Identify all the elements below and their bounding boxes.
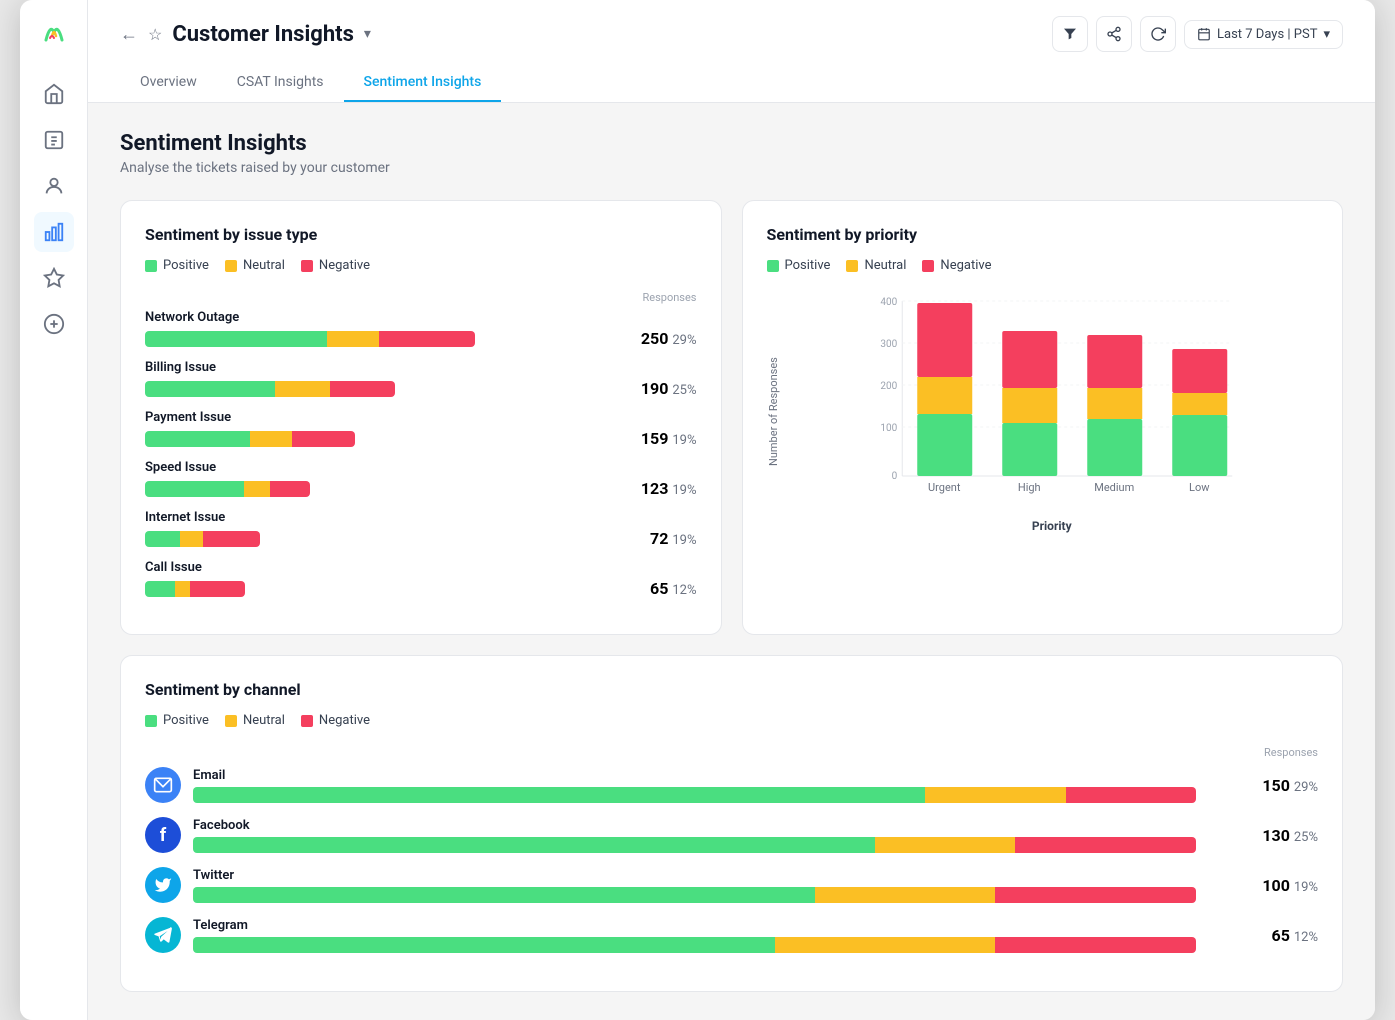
date-range-label: Last 7 Days | PST [1217,27,1317,42]
content-area: Sentiment Insights Analyse the tickets r… [88,103,1375,1020]
svg-text:High: High [1017,481,1040,494]
refresh-button[interactable] [1140,16,1176,52]
svg-text:Urgent: Urgent [928,481,961,494]
svg-text:200: 200 [880,381,897,392]
legend-negative: Negative [301,258,370,273]
legend-positive: Positive [145,258,209,273]
issue-row-payment: Payment Issue 15 [145,410,697,448]
priority-legend-neutral: Neutral [846,258,906,273]
channel-legend-negative: Negative [301,713,370,728]
issue-row-billing: Billing Issue 19 [145,360,697,398]
priority-legend-positive: Positive [767,258,831,273]
svg-text:Low: Low [1189,481,1210,494]
filter-button[interactable] [1052,16,1088,52]
tab-overview[interactable]: Overview [120,64,217,102]
back-button[interactable]: ← [120,24,138,45]
sidebar-item-reports[interactable] [34,212,74,252]
header: ← ☆ Customer Insights ▾ [88,0,1375,103]
share-button[interactable] [1096,16,1132,52]
channel-row-telegram: Telegram 65 12% [145,917,1318,953]
priority-legend: Positive Neutral Negative [767,258,1319,273]
sidebar-item-add[interactable] [34,304,74,344]
favorite-button[interactable]: ☆ [148,25,162,44]
date-range-button[interactable]: Last 7 Days | PST ▾ [1184,20,1343,49]
email-icon [145,767,181,803]
svg-text:100: 100 [880,423,897,434]
issue-row-network: Network Outage 2 [145,310,697,348]
svg-text:Medium: Medium [1094,481,1134,494]
priority-legend-negative: Negative [922,258,991,273]
sentiment-by-channel-card: Sentiment by channel Positive Neutral Ne… [120,655,1343,992]
y-axis-label: Number of Responses [767,291,780,533]
priority-card-title: Sentiment by priority [767,225,1319,244]
channel-card-title: Sentiment by channel [145,680,1318,699]
sentiment-by-priority-card: Sentiment by priority Positive Neutral [742,200,1344,635]
title-chevron-icon[interactable]: ▾ [364,26,371,42]
svg-text:300: 300 [880,339,897,350]
tabs-container: Overview CSAT Insights Sentiment Insight… [120,64,1343,102]
sidebar [20,0,88,1020]
main-content: ← ☆ Customer Insights ▾ [88,0,1375,1020]
date-chevron-icon: ▾ [1323,27,1330,42]
issue-row-speed: Speed Issue 123 [145,460,697,498]
sidebar-item-home[interactable] [34,74,74,114]
twitter-icon [145,867,181,903]
facebook-icon: f [145,817,181,853]
telegram-icon [145,917,181,953]
sentiment-by-issue-card: Sentiment by issue type Positive Neutral [120,200,722,635]
x-axis-label: Priority [786,519,1319,533]
tab-sentiment[interactable]: Sentiment Insights [344,64,502,102]
responses-header: Responses [145,291,697,304]
sidebar-item-tickets[interactable] [34,120,74,160]
page-title: Customer Insights [172,22,354,47]
issue-legend: Positive Neutral Negative [145,258,697,273]
issue-card-title: Sentiment by issue type [145,225,697,244]
issue-row-internet: Internet Issue 7 [145,510,697,548]
channel-legend: Positive Neutral Negative [145,713,1318,728]
app-logo [38,16,70,52]
legend-neutral: Neutral [225,258,285,273]
svg-text:0: 0 [891,471,897,482]
channel-row-twitter: Twitter 100 19% [145,867,1318,903]
section-subtitle: Analyse the tickets raised by your custo… [120,160,1343,176]
sidebar-item-contacts[interactable] [34,166,74,206]
sidebar-item-favorites[interactable] [34,258,74,298]
tab-csat[interactable]: CSAT Insights [217,64,344,102]
channel-row-facebook: f Facebook 130 25% [145,817,1318,853]
priority-chart-svg: 400 300 200 100 0 [786,291,1319,511]
section-title: Sentiment Insights [120,131,1343,156]
svg-text:400: 400 [880,297,897,308]
channel-row-email: Email 150 29% [145,767,1318,803]
channel-responses-header: Responses [145,746,1318,759]
channel-legend-positive: Positive [145,713,209,728]
issue-row-call: Call Issue 65 12 [145,560,697,598]
channel-legend-neutral: Neutral [225,713,285,728]
